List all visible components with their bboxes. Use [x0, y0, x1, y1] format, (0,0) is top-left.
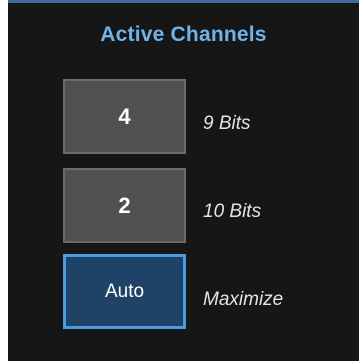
- channels-auto-description: Maximize: [203, 289, 284, 310]
- channels-auto-button[interactable]: Auto: [63, 254, 186, 329]
- active-channels-panel: Active Channels 4 9 Bits 2 10 Bits Auto …: [8, 0, 359, 361]
- channels-2-description: 10 Bits: [203, 201, 262, 222]
- panel-title: Active Channels: [100, 23, 267, 46]
- channels-4-description: 9 Bits: [203, 113, 251, 134]
- channels-4-button[interactable]: 4: [63, 79, 186, 154]
- channels-2-button[interactable]: 2: [63, 168, 186, 243]
